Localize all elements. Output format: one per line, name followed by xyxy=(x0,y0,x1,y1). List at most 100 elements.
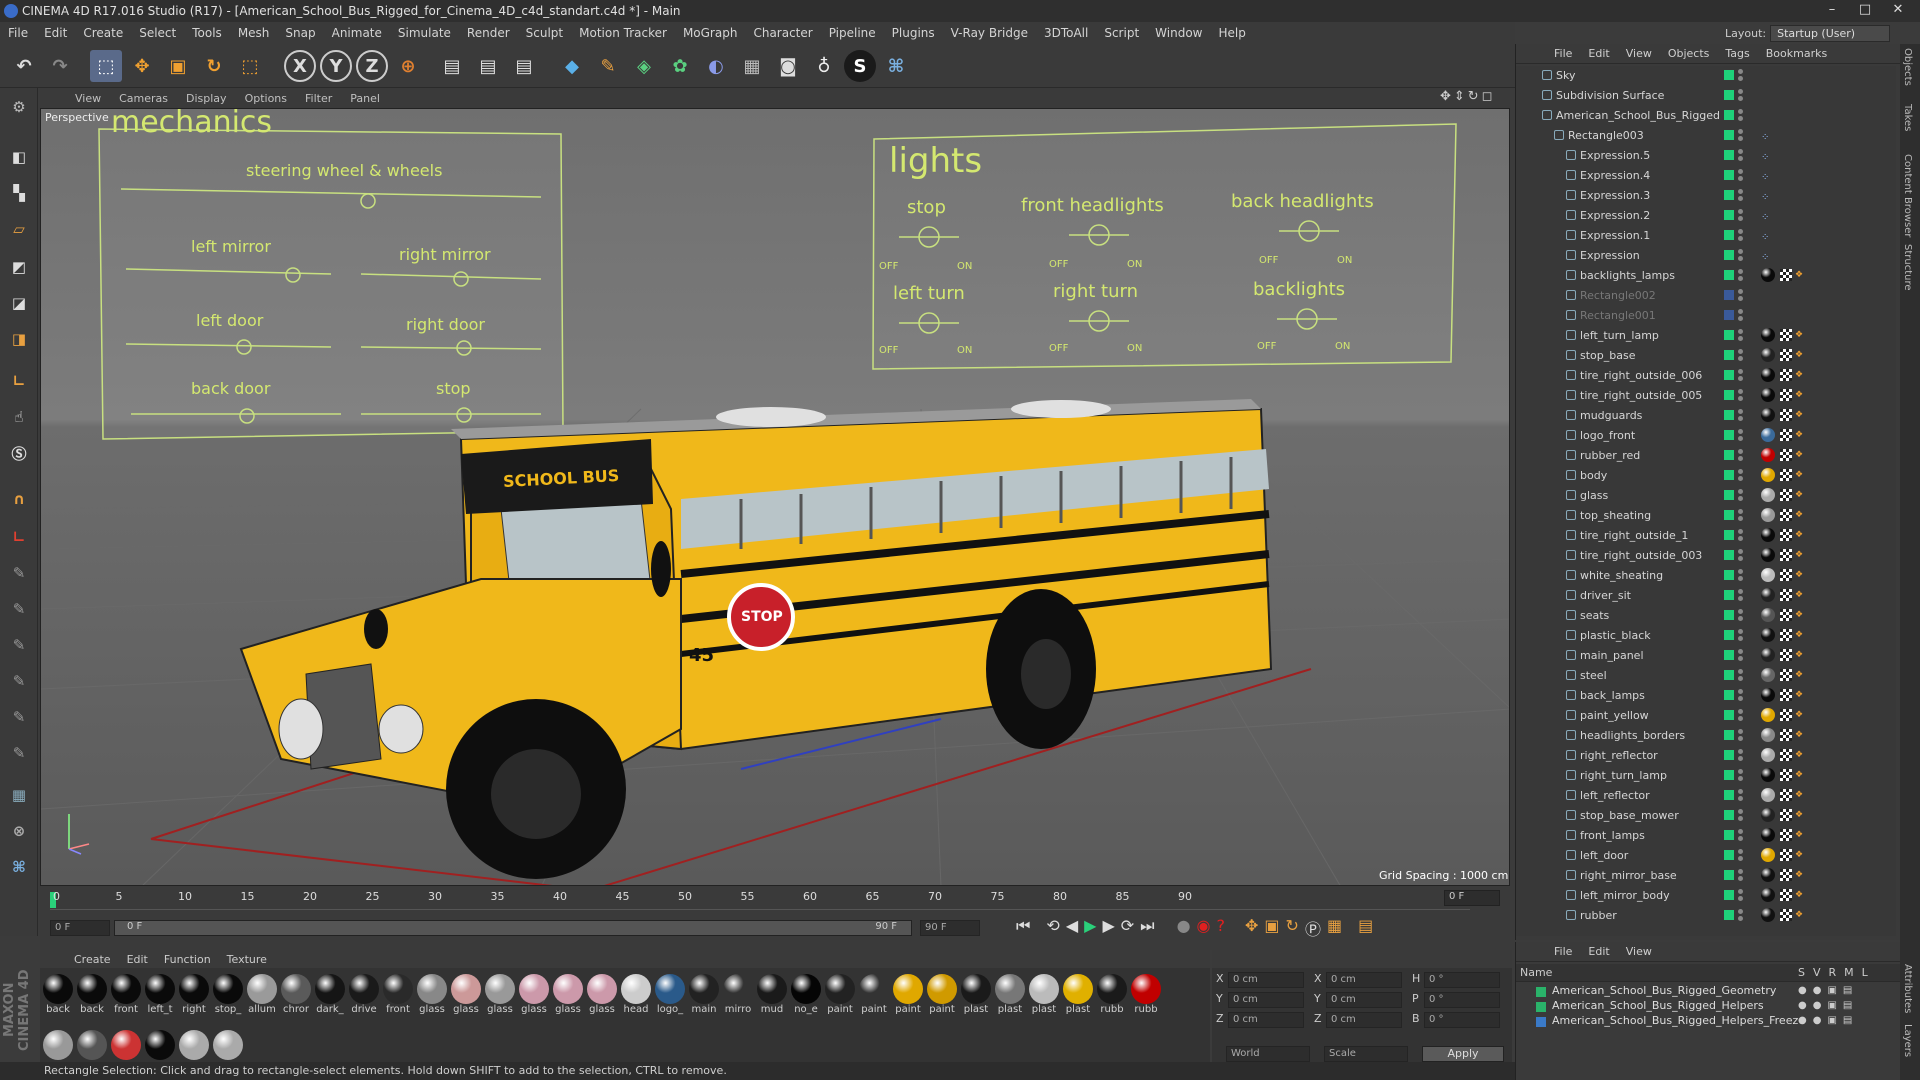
object-row[interactable]: steel ❖ xyxy=(1516,666,1881,685)
editor-visibility-icon[interactable] xyxy=(1738,889,1743,894)
viewport-perspective[interactable]: Perspective Grid Spacing : 1000 cm mecha… xyxy=(40,108,1510,886)
protection-tag-icon[interactable]: ❖ xyxy=(1795,530,1805,540)
render-visibility-icon[interactable] xyxy=(1738,516,1743,521)
material-swatch[interactable]: glass xyxy=(552,974,584,1015)
menu-script[interactable]: Script xyxy=(1096,26,1147,40)
layer-color-icon[interactable] xyxy=(1536,1017,1546,1027)
editor-visibility-icon[interactable] xyxy=(1738,909,1743,914)
menu-select[interactable]: Select xyxy=(131,26,184,40)
scale-tool-icon[interactable]: ▣ xyxy=(162,50,194,82)
om-menu-edit[interactable]: Edit xyxy=(1580,47,1617,60)
editor-visibility-icon[interactable] xyxy=(1738,329,1743,334)
uvw-tag-icon[interactable] xyxy=(1780,389,1792,401)
menu-snap[interactable]: Snap xyxy=(277,26,323,40)
editor-visibility-icon[interactable] xyxy=(1738,649,1743,654)
render-visibility-icon[interactable] xyxy=(1738,776,1743,781)
uvw-tag-icon[interactable] xyxy=(1780,489,1792,501)
menu-plugins[interactable]: Plugins xyxy=(884,26,943,40)
material-swatch[interactable]: front xyxy=(110,974,142,1015)
editor-visibility-icon[interactable] xyxy=(1738,469,1743,474)
render-visibility-icon[interactable] xyxy=(1738,596,1743,601)
recent-tools-icon[interactable]: ⬚ xyxy=(234,50,266,82)
editor-visibility-icon[interactable] xyxy=(1738,509,1743,514)
render-visibility-icon[interactable] xyxy=(1738,536,1743,541)
uvw-tag-icon[interactable] xyxy=(1780,729,1792,741)
render-visibility-icon[interactable] xyxy=(1738,676,1743,681)
render-visibility-icon[interactable] xyxy=(1738,216,1743,221)
uvw-tag-icon[interactable] xyxy=(1780,449,1792,461)
python-icon[interactable]: ⌘ xyxy=(880,50,912,82)
object-row[interactable]: back_lamps ❖ xyxy=(1516,686,1881,705)
om-menu-file[interactable]: File xyxy=(1546,47,1580,60)
editor-visibility-icon[interactable] xyxy=(1738,169,1743,174)
material-swatch[interactable]: left_t xyxy=(144,974,176,1015)
frame-range-slider[interactable]: 0 F 90 F xyxy=(114,920,912,936)
render-visibility-icon[interactable] xyxy=(1738,256,1743,261)
object-row[interactable]: left_door ❖ xyxy=(1516,846,1881,865)
render-picture-viewer-icon[interactable]: ▤ xyxy=(472,50,504,82)
render-visibility-icon[interactable] xyxy=(1738,496,1743,501)
menu-3dtoall[interactable]: 3DToAll xyxy=(1036,26,1096,40)
material-tag-icon[interactable] xyxy=(1761,608,1775,622)
material-menu-create[interactable]: Create xyxy=(66,953,119,966)
editor-visibility-icon[interactable] xyxy=(1738,529,1743,534)
uvw-tag-icon[interactable] xyxy=(1780,269,1792,281)
editor-visibility-icon[interactable] xyxy=(1738,289,1743,294)
menu-motion-tracker[interactable]: Motion Tracker xyxy=(571,26,675,40)
end-frame-field[interactable]: 90 F xyxy=(920,920,980,936)
object-row[interactable]: American_School_Bus_Rigged xyxy=(1516,106,1881,125)
protection-tag-icon[interactable]: ❖ xyxy=(1795,410,1805,420)
protection-tag-icon[interactable]: ❖ xyxy=(1795,570,1805,580)
object-row[interactable]: front_lamps ❖ xyxy=(1516,826,1881,845)
object-row[interactable]: left_turn_lamp ❖ xyxy=(1516,326,1881,345)
uvw-tag-icon[interactable] xyxy=(1780,769,1792,781)
uvw-tag-icon[interactable] xyxy=(1780,629,1792,641)
layer-menu-edit[interactable]: Edit xyxy=(1580,945,1617,958)
material-tag-icon[interactable] xyxy=(1761,368,1775,382)
material-tag-icon[interactable] xyxy=(1761,768,1775,782)
protection-tag-icon[interactable]: ❖ xyxy=(1795,630,1805,640)
editor-visibility-icon[interactable] xyxy=(1738,789,1743,794)
viewport-menu-view[interactable]: View xyxy=(66,92,110,105)
editor-visibility-icon[interactable] xyxy=(1738,549,1743,554)
tweak-icon[interactable]: ☝ xyxy=(4,402,34,432)
viewport-menu-cameras[interactable]: Cameras xyxy=(110,92,177,105)
protection-tag-icon[interactable]: ❖ xyxy=(1795,610,1805,620)
layer-color-icon[interactable] xyxy=(1724,510,1734,520)
snap-icon[interactable]: Ⓢ xyxy=(4,438,34,468)
flatten-brush-icon[interactable]: ✎ xyxy=(4,702,34,732)
uvw-tag-icon[interactable] xyxy=(1780,909,1792,921)
menu-create[interactable]: Create xyxy=(75,26,131,40)
xpresso-tag-icon[interactable]: ⁘ xyxy=(1761,208,1769,227)
layer-color-icon[interactable] xyxy=(1724,130,1734,140)
mechanics-label-left-mirror[interactable]: left mirror xyxy=(191,237,271,256)
material-tag-icon[interactable] xyxy=(1761,468,1775,482)
material-swatch[interactable]: chror xyxy=(280,974,312,1015)
object-row[interactable]: backlights_lamps ❖ xyxy=(1516,266,1881,285)
render-visibility-icon[interactable] xyxy=(1738,616,1743,621)
editor-visibility-icon[interactable] xyxy=(1738,849,1743,854)
object-row[interactable]: driver_sit ❖ xyxy=(1516,586,1881,605)
protection-tag-icon[interactable]: ❖ xyxy=(1795,830,1805,840)
render-visibility-icon[interactable] xyxy=(1738,156,1743,161)
layer-color-icon[interactable] xyxy=(1724,150,1734,160)
material-tag-icon[interactable] xyxy=(1761,328,1775,342)
material-swatch[interactable] xyxy=(110,1030,142,1060)
object-row[interactable]: rubber ❖ xyxy=(1516,906,1881,925)
material-tag-icon[interactable] xyxy=(1761,388,1775,402)
uvw-tag-icon[interactable] xyxy=(1780,349,1792,361)
key-rotate-icon[interactable]: ↻ xyxy=(1286,916,1299,940)
object-row[interactable]: paint_yellow ❖ xyxy=(1516,706,1881,725)
uvw-tag-icon[interactable] xyxy=(1780,329,1792,341)
editor-visibility-icon[interactable] xyxy=(1738,369,1743,374)
layer-color-icon[interactable] xyxy=(1536,1002,1546,1012)
uvw-tag-icon[interactable] xyxy=(1780,689,1792,701)
editor-visibility-icon[interactable] xyxy=(1738,569,1743,574)
xpresso-tag-icon[interactable]: ⁘ xyxy=(1761,188,1769,207)
editor-visibility-icon[interactable] xyxy=(1738,729,1743,734)
viewport-menu-options[interactable]: Options xyxy=(236,92,296,105)
timeline-menu-icon[interactable]: ▤ xyxy=(1358,916,1373,940)
key-move-icon[interactable]: ✥ xyxy=(1245,916,1258,940)
render-visibility-icon[interactable] xyxy=(1738,836,1743,841)
python-script-icon[interactable]: ⌘ xyxy=(4,852,34,882)
